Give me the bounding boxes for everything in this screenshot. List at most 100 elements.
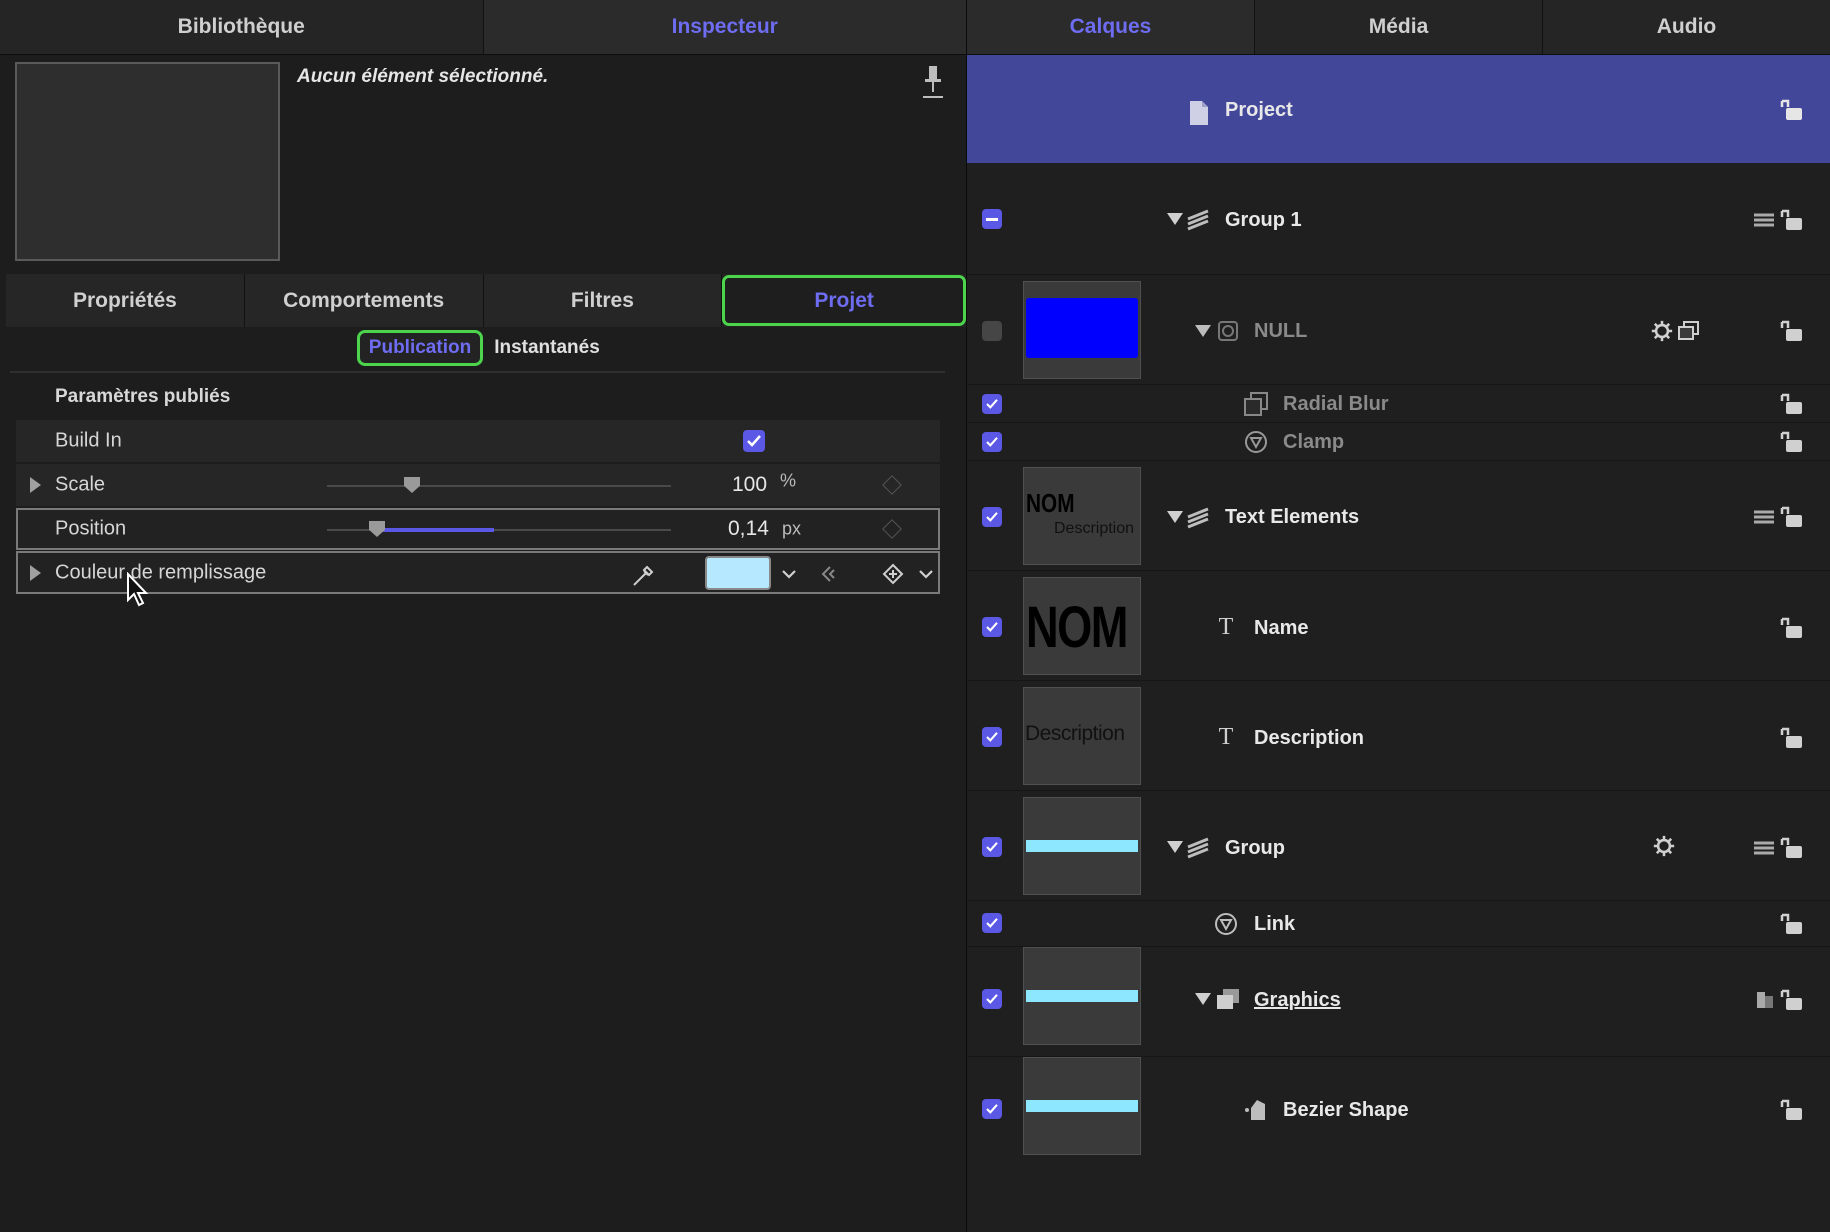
layer-checkbox[interactable] bbox=[982, 507, 1002, 527]
disclosure-triangle-icon[interactable] bbox=[1195, 325, 1211, 337]
chevron-down-icon[interactable] bbox=[781, 567, 797, 581]
rig-group-icon bbox=[1217, 989, 1239, 1009]
layer-checkbox[interactable] bbox=[982, 913, 1002, 933]
cyan-bar-fill bbox=[1026, 840, 1138, 852]
tab-project[interactable]: Projet bbox=[722, 275, 966, 326]
layer-checkbox[interactable] bbox=[982, 989, 1002, 1009]
layer-checkbox[interactable] bbox=[982, 727, 1002, 747]
checkmark-icon bbox=[986, 918, 998, 928]
layer-checkbox[interactable] bbox=[982, 432, 1002, 452]
layer-checkbox[interactable] bbox=[982, 394, 1002, 414]
layer-name: Radial Blur bbox=[1283, 393, 1389, 415]
mouse-cursor-icon bbox=[127, 572, 149, 607]
disclosure-triangle-icon[interactable] bbox=[1195, 993, 1211, 1005]
preview-thumbnail bbox=[15, 62, 280, 261]
scale-value[interactable]: 100 bbox=[732, 473, 767, 497]
lock-open-icon[interactable] bbox=[1779, 209, 1805, 231]
layers-stack-icon[interactable] bbox=[1751, 209, 1777, 231]
param-label: Scale bbox=[55, 473, 106, 496]
layer-row-project[interactable]: Project bbox=[967, 55, 1830, 163]
filter-stack-icon[interactable] bbox=[1676, 320, 1702, 342]
lock-open-icon[interactable] bbox=[1779, 837, 1805, 859]
disclosure-triangle-icon[interactable] bbox=[1167, 213, 1183, 225]
tab-layers[interactable]: Calques bbox=[967, 0, 1255, 54]
layers-stack-icon[interactable] bbox=[1751, 837, 1777, 859]
layer-checkbox[interactable] bbox=[982, 617, 1002, 637]
disclosure-triangle-icon[interactable] bbox=[30, 477, 41, 493]
layer-row-group[interactable]: Group bbox=[967, 791, 1830, 901]
lock-open-icon[interactable] bbox=[1779, 393, 1805, 415]
checkmark-icon bbox=[986, 399, 998, 409]
layer-row-group-1[interactable]: Group 1 bbox=[967, 163, 1830, 275]
layer-checkbox[interactable] bbox=[982, 1099, 1002, 1119]
tab-inspector[interactable]: Inspecteur bbox=[483, 0, 966, 54]
lock-open-icon[interactable] bbox=[1779, 431, 1805, 453]
lock-open-icon[interactable] bbox=[1779, 727, 1805, 749]
layer-name: Description bbox=[1254, 727, 1365, 749]
color-swatch[interactable] bbox=[705, 556, 771, 590]
slider-knob[interactable] bbox=[404, 477, 420, 493]
add-keyframe-icon[interactable] bbox=[882, 563, 904, 585]
pin-icon[interactable] bbox=[922, 64, 944, 100]
tab-behaviors[interactable]: Comportements bbox=[244, 274, 484, 327]
layers-stack-icon[interactable] bbox=[1751, 506, 1777, 528]
tab-media[interactable]: Média bbox=[1255, 0, 1543, 54]
lock-open-icon[interactable] bbox=[1779, 913, 1805, 935]
layer-row-name[interactable]: NOM T Name bbox=[967, 571, 1830, 681]
disclosure-triangle-icon[interactable] bbox=[1167, 511, 1183, 523]
disclosure-triangle-icon[interactable] bbox=[30, 564, 41, 581]
slider-knob[interactable] bbox=[369, 521, 385, 537]
param-fill-color: Couleur de remplissage bbox=[16, 551, 940, 594]
position-value[interactable]: 0,14 bbox=[728, 517, 769, 541]
tab-properties[interactable]: Propriétés bbox=[6, 274, 245, 327]
lock-open-icon[interactable] bbox=[1779, 989, 1805, 1011]
blue-thumbnail-fill bbox=[1026, 298, 1138, 358]
layer-checkbox[interactable] bbox=[982, 837, 1002, 857]
segment-snapshots[interactable]: Instantanés bbox=[487, 330, 607, 366]
gear-icon[interactable] bbox=[1649, 320, 1675, 342]
layer-row-radial-blur[interactable]: Radial Blur bbox=[967, 385, 1830, 423]
layer-name: NULL bbox=[1254, 320, 1308, 342]
lock-open-icon[interactable] bbox=[1779, 617, 1805, 639]
keyframe-diamond-icon[interactable] bbox=[882, 475, 902, 495]
param-scale: Scale 100 % bbox=[16, 464, 940, 506]
inspector-sub-tabs: Propriétés Comportements Filtres Projet bbox=[6, 274, 966, 327]
thumb-text: Description bbox=[1025, 722, 1125, 745]
layer-name: Name bbox=[1254, 617, 1309, 639]
lock-open-icon[interactable] bbox=[1779, 99, 1805, 121]
group-icon bbox=[1187, 837, 1209, 859]
layer-row-clamp[interactable]: Clamp bbox=[967, 423, 1830, 461]
layer-row-null[interactable]: NULL bbox=[967, 275, 1830, 385]
previous-keyframe-icon[interactable] bbox=[818, 564, 838, 584]
lock-open-icon[interactable] bbox=[1779, 1099, 1805, 1121]
keyframe-diamond-icon[interactable] bbox=[882, 519, 902, 539]
tab-library[interactable]: Bibliothèque bbox=[0, 0, 484, 54]
chevron-down-icon[interactable] bbox=[918, 567, 934, 581]
layer-row-graphics[interactable]: Graphics bbox=[967, 947, 1830, 1057]
checkmark-icon bbox=[986, 512, 998, 522]
layer-row-bezier-shape[interactable]: Bezier Shape bbox=[967, 1057, 1830, 1167]
thumb-text: Description bbox=[1054, 520, 1135, 537]
inspector-panel: Bibliothèque Inspecteur Aucun élément sé… bbox=[0, 0, 966, 1232]
segment-publication[interactable]: Publication bbox=[357, 330, 483, 366]
layer-name: Graphics bbox=[1254, 989, 1341, 1011]
tab-filters[interactable]: Filtres bbox=[483, 274, 723, 327]
scale-slider[interactable] bbox=[327, 477, 671, 493]
gear-icon[interactable] bbox=[1651, 835, 1677, 857]
lock-open-icon[interactable] bbox=[1779, 506, 1805, 528]
layer-checkbox[interactable] bbox=[982, 321, 1002, 341]
disclosure-triangle-icon[interactable] bbox=[1167, 841, 1183, 853]
build-in-checkbox[interactable] bbox=[743, 430, 765, 452]
layer-row-description[interactable]: Description T Description bbox=[967, 681, 1830, 791]
eyedropper-icon[interactable] bbox=[630, 561, 658, 589]
layer-name: Project bbox=[1225, 99, 1293, 121]
layers-stack-icon[interactable] bbox=[1751, 989, 1777, 1011]
tab-audio[interactable]: Audio bbox=[1543, 0, 1830, 54]
layer-checkbox[interactable] bbox=[982, 209, 1002, 229]
layer-thumbnail bbox=[1023, 797, 1141, 895]
layer-name: Clamp bbox=[1283, 431, 1345, 453]
layer-row-text-elements[interactable]: NOM Description Text Elements bbox=[967, 461, 1830, 571]
position-slider[interactable] bbox=[327, 521, 671, 537]
lock-open-icon[interactable] bbox=[1779, 320, 1805, 342]
layer-row-link[interactable]: Link bbox=[967, 901, 1830, 947]
